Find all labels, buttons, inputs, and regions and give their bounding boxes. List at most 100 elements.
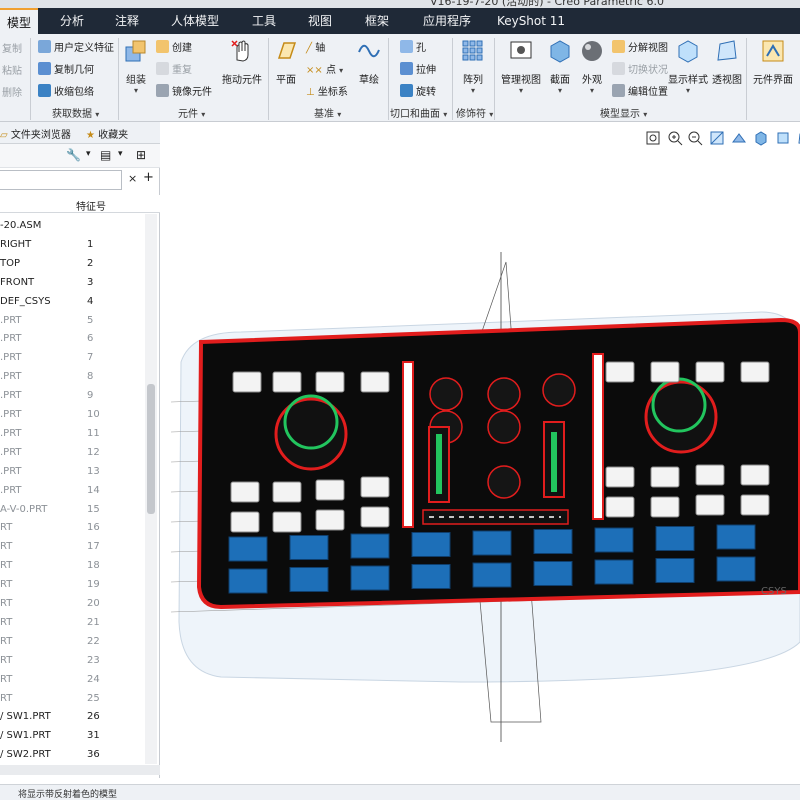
tree-row[interactable]: .PRT 8 (0, 368, 145, 387)
tree-row[interactable]: .PRT 14 (0, 482, 145, 501)
tree-row[interactable]: RT 22 (0, 633, 145, 652)
repeat-button[interactable]: 重复 (156, 61, 192, 76)
tree-columns-icon[interactable]: ⊞ (136, 148, 146, 162)
drag-component-button[interactable]: 拖动元件 (220, 38, 264, 86)
clear-search-icon[interactable]: × (128, 172, 137, 185)
tree-row[interactable]: A-V-0.PRT 15 (0, 501, 145, 520)
display-style-button[interactable]: 显示样式 ▾ (668, 38, 708, 95)
tab-human-model[interactable]: 人体模型 (165, 8, 225, 34)
delete-button[interactable]: 删除 (2, 84, 22, 99)
tree-row[interactable]: .PRT 5 (0, 312, 145, 331)
tree-row[interactable]: .PRT 13 (0, 463, 145, 482)
settings-dropdown-icon[interactable]: ▾ (86, 149, 91, 159)
tree-row-name: .PRT (0, 390, 22, 402)
section-button[interactable]: 截面 ▾ (546, 38, 574, 95)
tab-favorites[interactable]: ★ 收藏夹 (86, 126, 128, 141)
tab-applications[interactable]: 应用程序 (418, 8, 476, 34)
tree-row-name: RT (0, 692, 13, 704)
tree-row[interactable]: .PRT 7 (0, 349, 145, 368)
tab-folder-browser[interactable]: ▱ 文件夹浏览器 (0, 126, 71, 141)
hole-button[interactable]: 孔 (400, 39, 426, 54)
tree-row[interactable]: -20.ASM (0, 217, 145, 236)
paste-button[interactable]: 粘贴 (2, 62, 22, 77)
explode-view-button[interactable]: 分解视图 (612, 39, 668, 54)
axis-icon: ╱ (306, 43, 316, 54)
tree-settings-icon[interactable]: 🔧 (66, 148, 81, 162)
group-label-datum: 基准 ▾ (314, 109, 342, 120)
component-interface-button[interactable]: 元件界面 (750, 38, 796, 86)
tree-row-name: .PRT (0, 427, 22, 439)
user-defined-feature-button[interactable]: 用户定义特征 (38, 39, 114, 54)
group-label-component: 元件 ▾ (178, 109, 206, 120)
assemble-button[interactable]: 组装 ▾ (122, 38, 150, 95)
assembly-model[interactable]: CSYS (161, 122, 800, 778)
scroll-thumb[interactable] (147, 384, 155, 514)
tree-row[interactable]: RT 23 (0, 652, 145, 671)
axis-button[interactable]: ╱ 轴 (306, 39, 325, 54)
revolve-icon (400, 84, 413, 97)
tree-row[interactable]: / SW1.PRT 31 (0, 727, 145, 746)
tab-model[interactable]: 模型 (0, 8, 38, 34)
tree-row[interactable]: RT 19 (0, 576, 145, 595)
tab-keyshot[interactable]: KeyShot 11 (495, 8, 567, 34)
point-button[interactable]: ×× 点 ▾ (306, 61, 343, 76)
edit-position-button[interactable]: 编辑位置 (612, 83, 668, 98)
shrinkwrap-button[interactable]: 收缩包络 (38, 83, 94, 98)
tree-row-feature-number: 1 (87, 238, 94, 250)
manage-views-button[interactable]: 管理视图 ▾ (500, 38, 542, 95)
tree-row-name: / SW1.PRT (0, 730, 51, 742)
tree-row[interactable]: .PRT 11 (0, 425, 145, 444)
tab-annotate[interactable]: 注释 (107, 8, 147, 34)
plane-button[interactable]: 平面 (272, 38, 300, 86)
tab-tools[interactable]: 工具 (244, 8, 284, 34)
tree-row-feature-number: 6 (87, 333, 94, 345)
mirror-component-button[interactable]: 镜像元件 (156, 83, 212, 98)
tree-row[interactable]: RT 25 (0, 690, 145, 709)
white-pad-button (740, 494, 770, 516)
tree-row[interactable]: TOP 2 (0, 255, 145, 274)
add-icon[interactable]: + (143, 170, 154, 185)
csys-button[interactable]: ⊥ 坐标系 (306, 83, 348, 98)
tree-row[interactable]: / SW1.PRT 26 (0, 708, 145, 727)
appearance-sphere-icon (582, 41, 602, 61)
tree-search-input[interactable] (0, 170, 122, 190)
create-component-button[interactable]: 创建 (156, 39, 192, 54)
tree-search: × + (0, 168, 160, 192)
tree-row[interactable]: RT 18 (0, 557, 145, 576)
blue-pad-button (350, 533, 390, 559)
tree-row[interactable]: RT 21 (0, 614, 145, 633)
tree-horizontal-scrollbar[interactable] (0, 765, 160, 775)
tree-row[interactable]: .PRT 9 (0, 387, 145, 406)
toggle-status-button[interactable]: 切换状况 (612, 61, 668, 76)
revolve-button[interactable]: 旋转 (400, 83, 436, 98)
tab-view[interactable]: 视图 (300, 8, 340, 34)
tree-row[interactable]: RT 24 (0, 671, 145, 690)
tree-row[interactable]: FRONT 3 (0, 274, 145, 293)
tab-framework[interactable]: 框架 (357, 8, 397, 34)
tree-vertical-scrollbar[interactable] (145, 214, 157, 764)
tab-analysis[interactable]: 分析 (52, 8, 92, 34)
tree-row[interactable]: / SW2.PRT 36 (0, 746, 145, 765)
tree-filter-icon[interactable]: ▤ (100, 148, 111, 162)
tree-row[interactable]: .PRT 12 (0, 444, 145, 463)
extrude-button[interactable]: 拉伸 (400, 61, 436, 76)
filter-dropdown-icon[interactable]: ▾ (118, 149, 123, 159)
tree-row[interactable]: .PRT 10 (0, 406, 145, 425)
column-feature-number[interactable]: 特征号 (76, 198, 106, 213)
tree-header: 特征号 (0, 195, 160, 213)
sketch-button[interactable]: 草绘 (355, 38, 383, 86)
tree-row[interactable]: .PRT 6 (0, 330, 145, 349)
copy-geometry-button[interactable]: 复制几何 (38, 61, 94, 76)
tree-row[interactable]: RT 17 (0, 538, 145, 557)
tree-row[interactable]: RT 16 (0, 519, 145, 538)
perspective-button[interactable]: 透视图 (712, 38, 742, 86)
copy-button[interactable]: 复制 (2, 40, 22, 55)
appearance-button[interactable]: 外观 ▾ (578, 38, 606, 95)
tree-row[interactable]: DEF_CSYS 4 (0, 293, 145, 312)
tree-row-feature-number: 24 (87, 673, 100, 685)
tree-row[interactable]: RT 20 (0, 595, 145, 614)
tree-toolbar: 🔧 ▾ ▤ ▾ ⊞ (0, 144, 160, 168)
tree-row[interactable]: RIGHT 1 (0, 236, 145, 255)
graphics-viewport[interactable]: CSYS (161, 122, 800, 778)
pattern-button[interactable]: 阵列 ▾ (458, 38, 488, 95)
